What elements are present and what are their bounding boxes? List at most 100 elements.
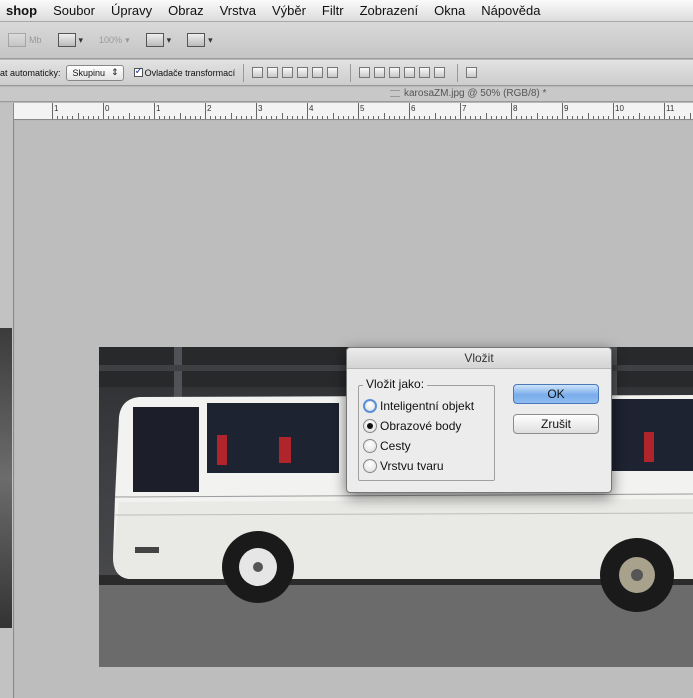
ok-button[interactable]: OK: [513, 384, 599, 404]
ruler-minor-tick: [352, 116, 354, 119]
ruler-minor-tick: [669, 116, 671, 119]
ruler-minor-tick: [556, 116, 558, 119]
ruler-minor-tick: [327, 116, 329, 119]
transform-controls-checkbox[interactable]: [133, 66, 143, 77]
radio-paths[interactable]: [363, 439, 377, 453]
ruler-minor-tick: [276, 116, 278, 119]
ruler-minor-tick: [215, 116, 217, 119]
distribute-bottom-icon[interactable]: [389, 67, 401, 78]
menu-obraz[interactable]: Obraz: [168, 3, 203, 18]
ruler-major-tick: [613, 103, 614, 119]
menu-napoveda[interactable]: Nápověda: [481, 3, 540, 18]
align-vcenter-icon[interactable]: [267, 67, 279, 78]
align-right-icon[interactable]: [327, 67, 339, 78]
option-pixels[interactable]: Obrazové body: [363, 419, 461, 433]
menu-vyber[interactable]: Výběr: [272, 3, 306, 18]
ruler-minor-tick: [419, 116, 421, 119]
extras-button[interactable]: ▾: [57, 31, 84, 49]
option-pixels-label: Obrazové body: [380, 419, 462, 433]
distribute-hcenter-icon[interactable]: [419, 67, 431, 78]
ruler-minor-tick: [393, 116, 395, 119]
ruler-major-tick: [307, 103, 308, 119]
menu-okna[interactable]: Okna: [434, 3, 465, 18]
ruler-major-tick: [154, 103, 155, 119]
radio-pixels[interactable]: [363, 419, 377, 433]
ruler-label: 0: [105, 104, 110, 113]
screen-mode-button[interactable]: ▾: [187, 31, 213, 49]
distribute-right-icon[interactable]: [434, 67, 446, 78]
auto-select-dropdown[interactable]: Skupinu ⇕: [65, 64, 124, 81]
ruler-minor-tick: [658, 116, 660, 119]
option-shape-layer[interactable]: Vrstvu tvaru: [363, 459, 444, 473]
chevron-down-icon: ▾: [78, 34, 84, 45]
auto-select-label: at automaticky:: [0, 67, 61, 78]
menu-upravy[interactable]: Úpravy: [111, 3, 152, 18]
menu-soubor[interactable]: Soubor: [53, 3, 95, 18]
option-paths[interactable]: Cesty: [363, 439, 411, 453]
distribute-left-icon[interactable]: [404, 67, 416, 78]
align-bottom-icon[interactable]: [282, 67, 294, 78]
document-tab[interactable]: karosaZM.jpg @ 50% (RGB/8) *: [390, 88, 546, 99]
place-as-label: Vložit jako:: [363, 377, 428, 391]
ruler-minor-tick: [434, 113, 436, 119]
ruler-minor-tick: [97, 116, 99, 119]
ruler-label: 2: [207, 104, 212, 113]
ruler-minor-tick: [628, 116, 630, 119]
divider: [350, 63, 352, 82]
ruler-label: 8: [513, 104, 518, 113]
ruler-minor-tick: [638, 113, 640, 119]
radio-smart-object[interactable]: [363, 399, 377, 413]
auto-align-layers-icon[interactable]: [466, 67, 478, 78]
ruler-minor-tick: [572, 116, 574, 119]
distribute-vcenter-icon[interactable]: [374, 67, 386, 78]
radio-shape-layer[interactable]: [363, 459, 377, 473]
zoom-level-menu[interactable]: 100% ▾: [99, 31, 130, 49]
align-hcenter-icon[interactable]: [312, 67, 324, 78]
ruler-major-tick: [460, 103, 461, 119]
ruler-minor-tick: [77, 113, 79, 119]
ruler-minor-tick: [72, 116, 74, 119]
align-top-icon[interactable]: [252, 67, 264, 78]
chevron-down-icon: ▾: [125, 34, 130, 45]
ruler-minor-tick: [674, 116, 676, 119]
ruler-minor-tick: [383, 113, 385, 119]
place-dialog: Vložit Vložit jako: Inteligentní objekt …: [346, 347, 612, 493]
ruler-minor-tick: [92, 116, 94, 119]
ruler-label: 4: [309, 104, 314, 113]
option-smart-object[interactable]: Inteligentní objekt: [363, 399, 474, 413]
cancel-button[interactable]: Zrušit: [513, 414, 599, 434]
ruler-label: 11: [666, 104, 675, 113]
ruler-minor-tick: [261, 116, 263, 119]
ruler-minor-tick: [470, 116, 472, 119]
menu-app-name[interactable]: shop: [6, 3, 37, 18]
transform-controls-label: Ovladače transformací: [144, 67, 236, 78]
ruler-minor-tick: [82, 116, 84, 119]
arrange-documents-button[interactable]: ▾: [145, 31, 171, 49]
menu-bar: shop Soubor Úpravy Obraz Vrstva Výběr Fi…: [0, 0, 693, 22]
menu-vrstva[interactable]: Vrstva: [220, 3, 256, 18]
distribute-top-icon[interactable]: [359, 67, 371, 78]
ruler-minor-tick: [602, 116, 604, 119]
ruler-minor-tick: [57, 116, 59, 119]
ruler-minor-tick: [322, 116, 324, 119]
ruler-major-tick: [103, 103, 104, 119]
mini-bridge-button[interactable]: Mb: [8, 31, 42, 49]
zoom-level-label: 100%: [99, 35, 123, 45]
ruler-minor-tick: [531, 116, 533, 119]
horizontal-ruler[interactable]: 1 0 1 2 3 4 5 6 7 8 9 10 11: [14, 103, 693, 120]
ruler-minor-tick: [505, 116, 507, 119]
document-tab-bar: karosaZM.jpg @ 50% (RGB/8) *: [0, 87, 693, 102]
ruler-minor-tick: [225, 116, 227, 119]
ruler-minor-tick: [623, 116, 625, 119]
ruler-minor-tick: [174, 116, 176, 119]
arrange-documents-icon: [145, 33, 164, 47]
ruler-minor-tick: [429, 116, 431, 119]
ruler-minor-tick: [475, 116, 477, 119]
ruler-major-tick: [256, 103, 257, 119]
ruler-minor-tick: [271, 116, 273, 119]
ruler-minor-tick: [113, 116, 115, 119]
menu-zobrazeni[interactable]: Zobrazení: [360, 3, 419, 18]
align-left-icon[interactable]: [297, 67, 309, 78]
menu-filtr[interactable]: Filtr: [322, 3, 344, 18]
ruler-minor-tick: [199, 116, 201, 119]
